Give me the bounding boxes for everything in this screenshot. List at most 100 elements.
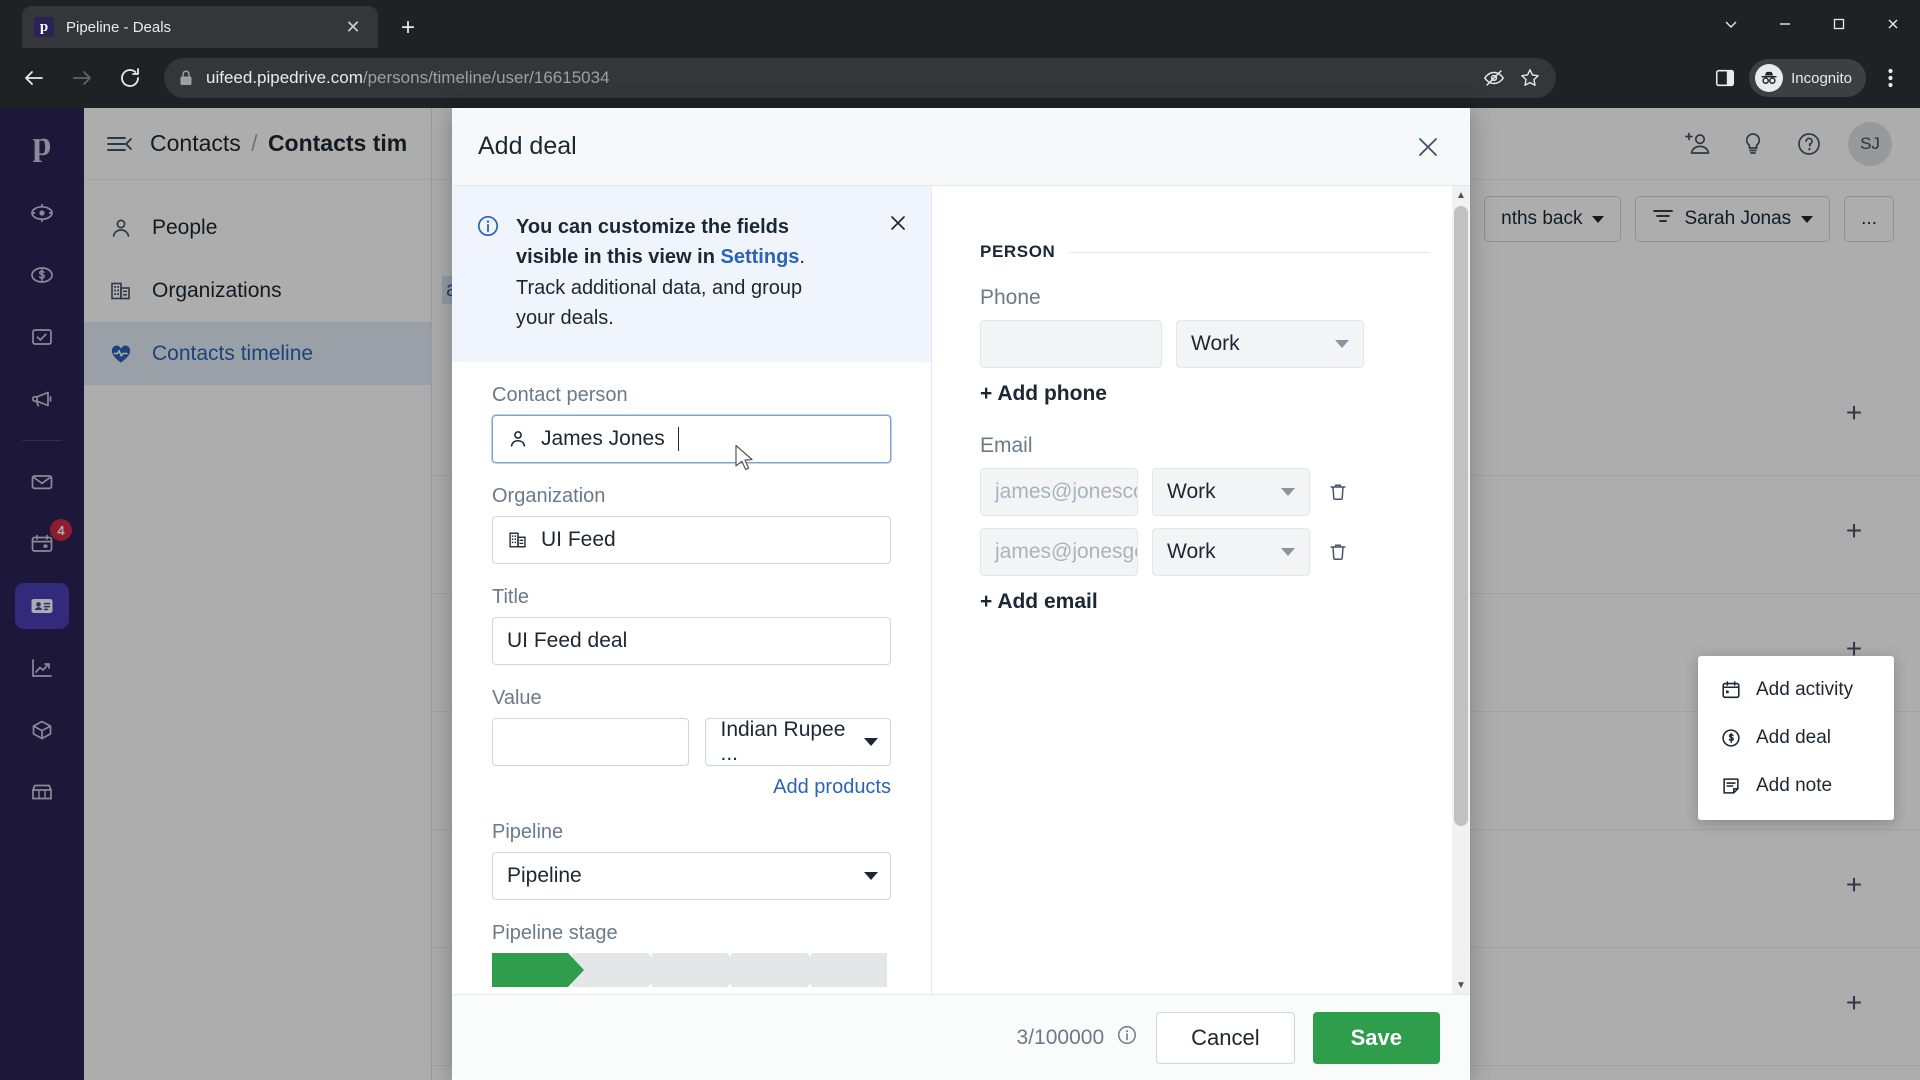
email-type-value: Work: [1167, 480, 1216, 503]
email-row: james@jonesgo Work: [980, 528, 1430, 576]
title-input[interactable]: UI Feed deal: [492, 616, 891, 665]
modal-footer: 3/100000 Cancel Save: [452, 994, 1470, 1080]
email-type-select[interactable]: Work: [1152, 528, 1310, 576]
back-button-icon[interactable]: [14, 58, 54, 98]
add-email-link[interactable]: + Add email: [980, 590, 1430, 614]
pipeline-stage-1[interactable]: [492, 952, 584, 987]
person-icon: [507, 428, 529, 450]
tab-title: Pipeline - Deals: [66, 18, 172, 36]
profile-label: Incognito: [1791, 69, 1852, 87]
lock-icon: [178, 69, 194, 87]
currency-value: Indian Rupee ...: [720, 717, 846, 765]
eye-off-icon[interactable]: [1476, 62, 1512, 94]
modal-scrollbar[interactable]: ▲ ▼: [1452, 186, 1470, 994]
address-bar[interactable]: uifeed.pipedrive.com/persons/timeline/us…: [164, 58, 1556, 98]
app-page: p 4 Contacts / Contacts tim People Organ…: [0, 108, 1920, 1080]
incognito-profile-button[interactable]: Incognito: [1749, 59, 1866, 97]
contact-person-input[interactable]: James Jones: [492, 414, 891, 463]
omnibox-actions: [1476, 62, 1548, 94]
organization-input[interactable]: UI Feed: [492, 515, 891, 564]
title-value: UI Feed deal: [507, 628, 628, 652]
add-products-link[interactable]: Add products: [773, 776, 891, 798]
organization-value: UI Feed: [541, 527, 616, 551]
chevron-down-icon: [864, 871, 878, 880]
email-input[interactable]: james@jonescoi: [980, 468, 1138, 516]
phone-type-select[interactable]: Work: [1176, 320, 1364, 368]
modal-title: Add deal: [478, 132, 577, 160]
scroll-up-arrow-icon[interactable]: ▲: [1452, 186, 1470, 204]
phone-row: Work: [980, 320, 1430, 368]
menu-item-add-deal[interactable]: Add deal: [1698, 714, 1894, 762]
info-banner: You can customize the fields visible in …: [452, 186, 931, 362]
organization-label: Organization: [492, 484, 606, 507]
forward-button-icon[interactable]: [62, 58, 102, 98]
add-deal-modal: Add deal You can customize the fields vi…: [452, 108, 1470, 1080]
browser-tab[interactable]: p Pipeline - Deals ✕: [22, 6, 378, 48]
building-icon: [507, 529, 529, 551]
url-domain: uifeed.pipedrive.com: [206, 68, 363, 87]
pipeline-label: Pipeline: [492, 820, 564, 843]
settings-link[interactable]: Settings: [721, 246, 800, 268]
phone-type-value: Work: [1191, 332, 1240, 355]
modal-body: You can customize the fields visible in …: [452, 186, 1470, 994]
email-input[interactable]: james@jonesgo: [980, 528, 1138, 576]
currency-select[interactable]: Indian Rupee ...: [705, 717, 891, 766]
window-controls: [1704, 0, 1920, 48]
window-close-icon[interactable]: [1866, 0, 1920, 48]
minimize-icon[interactable]: [1758, 0, 1812, 48]
info-banner-text: You can customize the fields visible in …: [516, 212, 846, 334]
url-path: /persons/timeline/user/16615034: [362, 68, 610, 87]
modal-close-icon[interactable]: [1408, 127, 1448, 167]
delete-email-icon[interactable]: [1324, 481, 1352, 503]
chevron-down-icon: [1281, 488, 1295, 496]
maximize-icon[interactable]: [1812, 0, 1866, 48]
add-phone-link[interactable]: + Add phone: [980, 382, 1430, 406]
menu-item-label: Add note: [1756, 775, 1833, 796]
title-label: Title: [492, 585, 530, 608]
delete-email-icon[interactable]: [1324, 541, 1352, 563]
chevron-down-icon: [864, 737, 878, 746]
scrollbar-thumb[interactable]: [1454, 206, 1468, 826]
reload-button-icon[interactable]: [110, 58, 150, 98]
browser-chrome: p Pipeline - Deals ✕ + uifeed.pipedrive.…: [0, 0, 1920, 108]
value-label: Value: [492, 686, 542, 709]
side-panel-icon[interactable]: [1705, 58, 1745, 98]
new-tab-button[interactable]: +: [392, 12, 424, 44]
value-row: Indian Rupee ...: [492, 717, 891, 766]
modal-header: Add deal: [452, 108, 1470, 186]
person-form-column: PERSON Phone Work + Add phone Email jame…: [932, 186, 1470, 994]
tab-strip: p Pipeline - Deals ✕ +: [0, 0, 1920, 48]
chevron-down-icon: [1281, 548, 1295, 556]
person-section-header: PERSON: [980, 242, 1430, 262]
info-icon[interactable]: [1116, 1024, 1138, 1052]
incognito-icon: [1755, 64, 1784, 92]
character-counter: 3/100000: [1017, 1024, 1139, 1052]
cancel-button[interactable]: Cancel: [1156, 1011, 1295, 1064]
dollar-circle-icon: [1720, 727, 1742, 749]
star-icon[interactable]: [1512, 62, 1548, 94]
save-button[interactable]: Save: [1312, 1011, 1440, 1064]
phone-input[interactable]: [980, 320, 1162, 368]
contact-person-label: Contact person: [492, 383, 628, 406]
person-section-title: PERSON: [980, 242, 1056, 261]
chevron-down-icon[interactable]: [1704, 0, 1758, 48]
pipeline-stage-selector[interactable]: [492, 952, 891, 987]
mouse-cursor: [734, 444, 756, 479]
email-type-select[interactable]: Work: [1152, 468, 1310, 516]
email-type-value: Work: [1167, 540, 1216, 563]
menu-item-add-activity[interactable]: Add activity: [1698, 666, 1894, 714]
toolbar-right: Incognito: [1705, 58, 1910, 98]
email-value: james@jonesgo: [995, 540, 1138, 563]
add-products-row: Add products: [492, 776, 891, 799]
tab-close-icon[interactable]: ✕: [340, 14, 366, 40]
info-banner-close-icon[interactable]: [885, 210, 911, 236]
pipeline-select[interactable]: Pipeline: [492, 851, 891, 900]
value-amount-input[interactable]: [492, 717, 690, 766]
menu-item-add-note[interactable]: Add note: [1698, 762, 1894, 810]
pipeline-stage-label: Pipeline stage: [492, 921, 618, 944]
email-value: james@jonescoi: [995, 480, 1138, 503]
section-divider: [1069, 251, 1430, 253]
calendar-icon: [1720, 679, 1742, 701]
kebab-menu-icon[interactable]: [1870, 58, 1910, 98]
scroll-down-arrow-icon[interactable]: ▼: [1452, 976, 1470, 994]
